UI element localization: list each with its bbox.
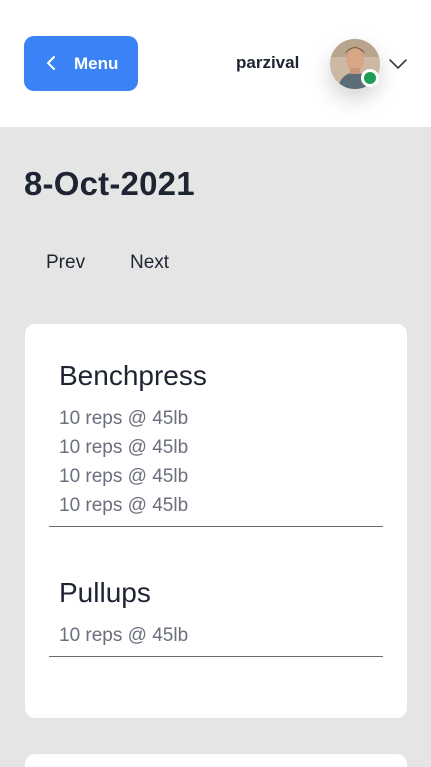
page-title: 8-Oct-2021: [24, 165, 195, 202]
chevron-left-icon: [47, 56, 55, 70]
exercise-item[interactable]: Benchpress 10 reps @ 45lb 10 reps @ 45lb…: [49, 354, 383, 527]
username[interactable]: parzival: [236, 53, 299, 73]
workout-card: Benchpress 10 reps @ 45lb 10 reps @ 45lb…: [25, 324, 407, 718]
chevron-down-icon[interactable]: [388, 57, 408, 71]
set-item: 10 reps @ 45lb: [59, 408, 189, 429]
prev-button[interactable]: Prev: [46, 251, 85, 275]
exercise-name: Pullups: [59, 577, 151, 608]
set-item: 10 reps @ 45lb: [59, 437, 189, 458]
top-bar: Menu parzival: [0, 0, 431, 127]
menu-button-label: Menu: [74, 54, 119, 73]
set-item: 10 reps @ 45lb: [59, 495, 189, 516]
next-button[interactable]: Next: [130, 251, 169, 275]
online-status-indicator: [361, 69, 379, 87]
exercise-item[interactable]: Pullups 10 reps @ 45lb: [49, 571, 383, 657]
workout-card: [25, 754, 407, 767]
menu-button[interactable]: Menu: [24, 36, 138, 91]
set-list: 10 reps @ 45lb: [59, 621, 188, 650]
set-item: 10 reps @ 45lb: [59, 466, 189, 487]
set-item: 10 reps @ 45lb: [59, 625, 189, 646]
set-list: 10 reps @ 45lb 10 reps @ 45lb 10 reps @ …: [59, 404, 188, 520]
exercise-name: Benchpress: [59, 360, 207, 391]
